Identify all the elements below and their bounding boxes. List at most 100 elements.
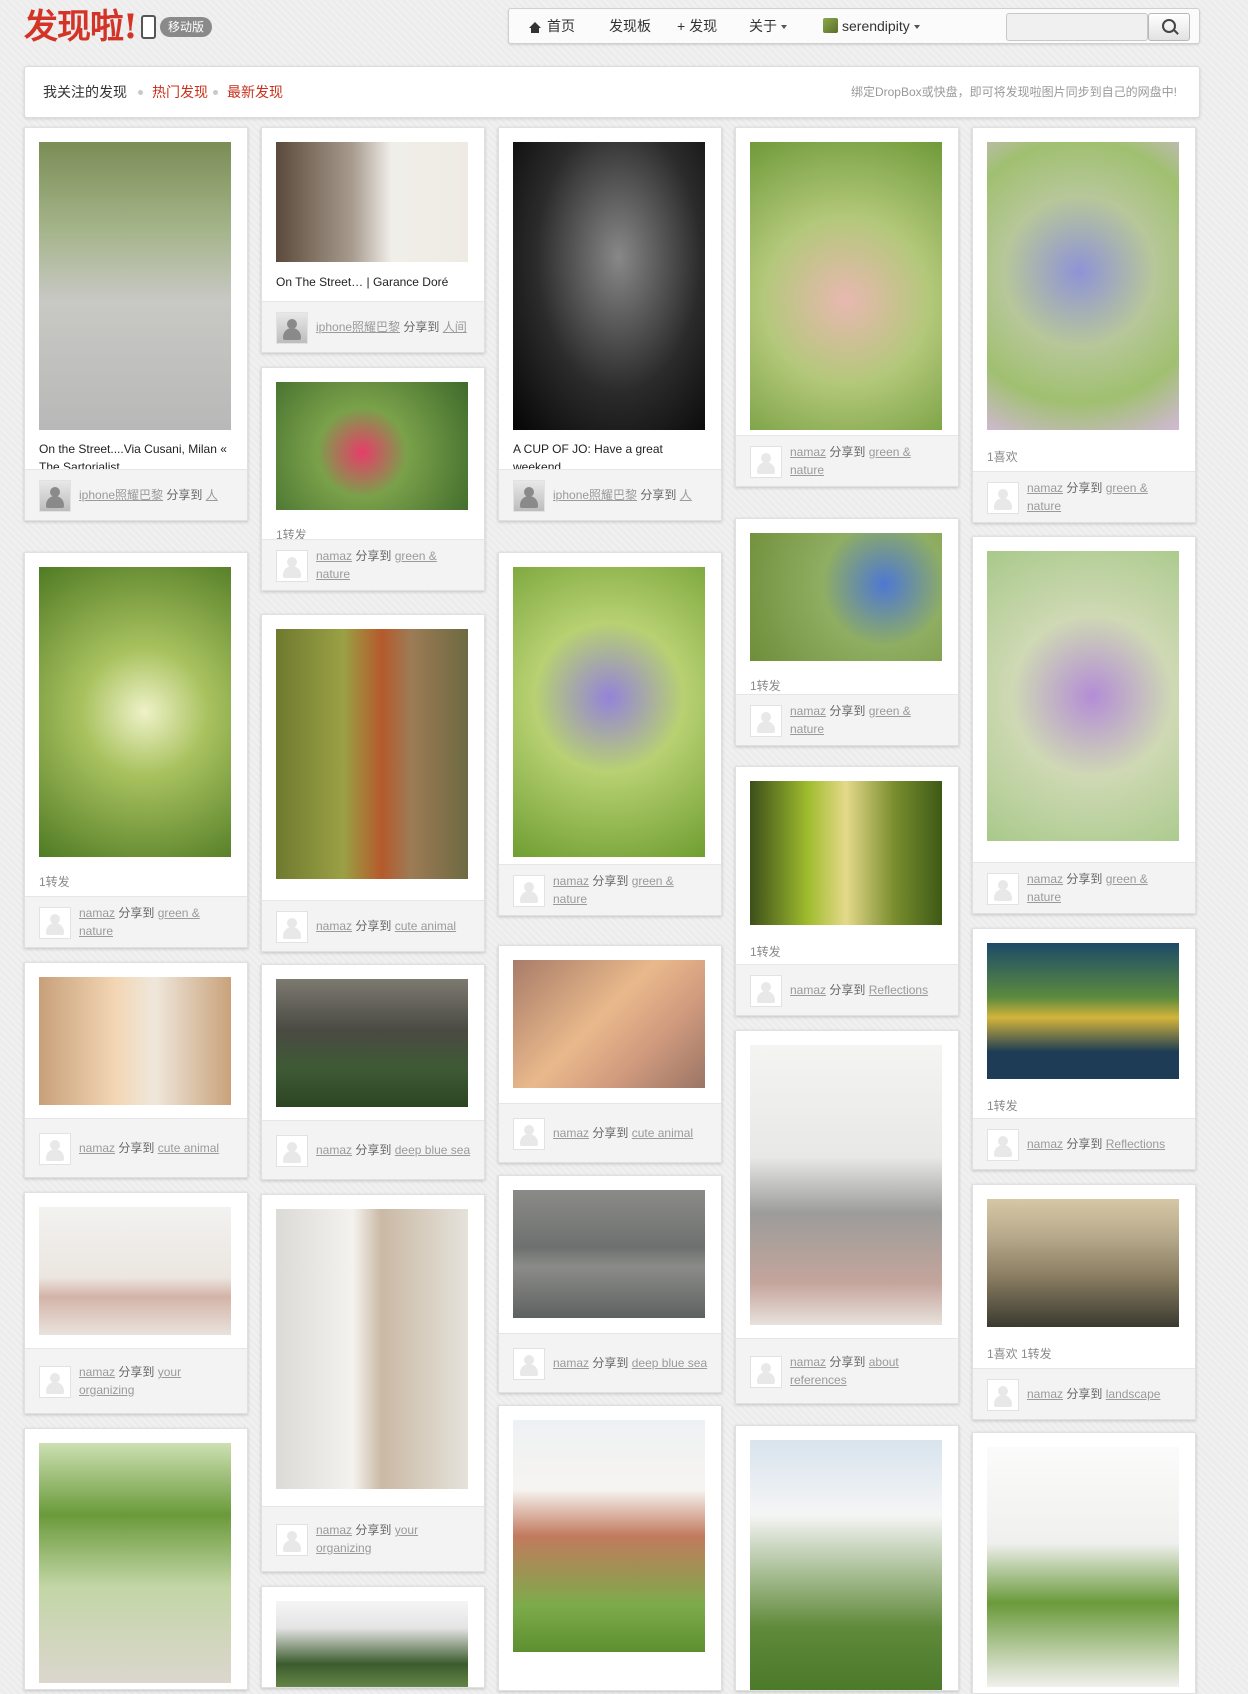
pin-card[interactable] xyxy=(498,1405,722,1691)
pin-card[interactable]: namaz 分享到 deep blue sea xyxy=(498,1175,722,1393)
pin-card[interactable] xyxy=(735,1425,959,1691)
pin-image[interactable] xyxy=(513,567,705,857)
pin-board-link[interactable]: cute animal xyxy=(632,1126,693,1140)
pin-card[interactable]: 1转发 namaz 分享到 Reflections xyxy=(972,928,1196,1170)
pin-board-link[interactable]: 人 xyxy=(680,488,692,502)
user-avatar[interactable] xyxy=(39,907,71,939)
pin-board-link[interactable]: cute animal xyxy=(395,919,456,933)
pin-image[interactable] xyxy=(750,142,942,430)
pin-image[interactable] xyxy=(987,142,1179,430)
pin-image[interactable] xyxy=(750,781,942,925)
pin-card[interactable]: namaz 分享到 cute animal xyxy=(261,614,485,952)
tab-latest[interactable]: 最新发现 xyxy=(227,67,283,117)
user-avatar[interactable] xyxy=(513,480,545,512)
pin-card[interactable]: namaz 分享到 your organizing xyxy=(24,1192,248,1414)
pin-card[interactable]: 1喜欢 namaz 分享到 green & nature xyxy=(972,127,1196,523)
pin-user-link[interactable]: namaz xyxy=(553,1356,589,1370)
user-avatar[interactable] xyxy=(39,480,71,512)
pin-card[interactable]: namaz 分享到 cute animal xyxy=(24,962,248,1178)
pin-image[interactable] xyxy=(987,1447,1179,1687)
pin-board-link[interactable]: cute animal xyxy=(158,1141,219,1155)
pin-user-link[interactable]: namaz xyxy=(1027,1387,1063,1401)
tab-popular[interactable]: 热门发现 xyxy=(152,67,208,117)
pin-image[interactable] xyxy=(276,382,468,510)
pin-user-link[interactable]: namaz xyxy=(553,874,589,888)
pin-image[interactable] xyxy=(513,1190,705,1318)
pin-image[interactable] xyxy=(750,1045,942,1325)
pin-user-link[interactable]: namaz xyxy=(79,1365,115,1379)
pin-user-link[interactable]: namaz xyxy=(790,1355,826,1369)
pin-image[interactable] xyxy=(987,1199,1179,1327)
pin-image[interactable] xyxy=(276,629,468,879)
pin-user-link[interactable]: iphone照耀巴黎 xyxy=(79,488,163,502)
pin-image[interactable] xyxy=(750,1440,942,1690)
pin-image[interactable] xyxy=(513,960,705,1088)
pin-card[interactable]: On the Street....Via Cusani, Milan « The… xyxy=(24,127,248,521)
pin-card[interactable]: namaz 分享到 deep blue sea xyxy=(261,964,485,1180)
pin-user-link[interactable]: namaz xyxy=(1027,872,1063,886)
pin-image[interactable] xyxy=(513,142,705,430)
pin-card[interactable] xyxy=(972,1432,1196,1694)
pin-image[interactable] xyxy=(39,977,231,1105)
user-avatar[interactable] xyxy=(987,873,1019,905)
user-avatar[interactable] xyxy=(276,1135,308,1167)
pin-user-link[interactable]: namaz xyxy=(1027,1137,1063,1151)
user-avatar[interactable] xyxy=(276,1524,308,1556)
tab-following[interactable]: 我关注的发现 xyxy=(43,67,127,117)
pin-card[interactable] xyxy=(261,1586,485,1688)
user-avatar[interactable] xyxy=(750,446,782,478)
pin-user-link[interactable]: namaz xyxy=(553,1126,589,1140)
pin-user-link[interactable]: namaz xyxy=(79,906,115,920)
pin-user-link[interactable]: namaz xyxy=(790,704,826,718)
pin-card[interactable] xyxy=(24,1428,248,1690)
user-avatar[interactable] xyxy=(276,550,308,582)
pin-image[interactable] xyxy=(276,142,468,262)
pin-board-link[interactable]: deep blue sea xyxy=(632,1356,707,1370)
user-avatar[interactable] xyxy=(987,482,1019,514)
pin-image[interactable] xyxy=(39,1443,231,1683)
search-input[interactable] xyxy=(1006,13,1148,41)
pin-board-link[interactable]: 人 xyxy=(206,488,218,502)
pin-user-link[interactable]: namaz xyxy=(790,983,826,997)
pin-card[interactable]: namaz 分享到 your organizing xyxy=(261,1194,485,1572)
user-avatar[interactable] xyxy=(750,975,782,1007)
pin-card[interactable]: namaz 分享到 green & nature xyxy=(972,536,1196,914)
site-logo[interactable]: 发现啦! 移动版 xyxy=(24,6,212,48)
pin-card[interactable]: namaz 分享到 green & nature xyxy=(498,552,722,916)
pin-image[interactable] xyxy=(39,1207,231,1335)
pin-image[interactable] xyxy=(750,533,942,661)
pin-card[interactable]: namaz 分享到 green & nature xyxy=(735,127,959,487)
sync-notice[interactable]: 绑定DropBox或快盘，即可将发现啦图片同步到自己的网盘中! xyxy=(851,67,1177,117)
pin-image[interactable] xyxy=(276,979,468,1107)
pin-user-link[interactable]: namaz xyxy=(790,445,826,459)
user-avatar[interactable] xyxy=(513,1348,545,1380)
pin-image[interactable] xyxy=(987,943,1179,1079)
pin-board-link[interactable]: landscape xyxy=(1106,1387,1161,1401)
user-avatar[interactable] xyxy=(513,1118,545,1150)
pin-board-link[interactable]: 人间 xyxy=(443,320,467,334)
mobile-version-link[interactable]: 移动版 xyxy=(159,17,212,37)
pin-user-link[interactable]: namaz xyxy=(79,1141,115,1155)
pin-image[interactable] xyxy=(39,142,231,430)
pin-board-link[interactable]: Reflections xyxy=(1106,1137,1165,1151)
user-avatar[interactable] xyxy=(750,1356,782,1388)
pin-user-link[interactable]: iphone照耀巴黎 xyxy=(316,320,400,334)
pin-board-link[interactable]: Reflections xyxy=(869,983,928,997)
nav-home[interactable]: 首页 xyxy=(529,9,575,43)
user-avatar[interactable] xyxy=(513,875,545,907)
pin-user-link[interactable]: namaz xyxy=(316,1523,352,1537)
pin-user-link[interactable]: namaz xyxy=(316,1143,352,1157)
nav-boards[interactable]: 发现板 xyxy=(609,9,651,43)
nav-user-menu[interactable]: serendipity xyxy=(823,9,920,43)
pin-card[interactable]: On The Street… | Garance Doré iphone照耀巴黎… xyxy=(261,127,485,353)
user-avatar[interactable] xyxy=(276,911,308,943)
user-avatar[interactable] xyxy=(987,1379,1019,1411)
user-avatar[interactable] xyxy=(750,705,782,737)
pin-image[interactable] xyxy=(39,567,231,857)
user-avatar[interactable] xyxy=(39,1133,71,1165)
pin-user-link[interactable]: namaz xyxy=(1027,481,1063,495)
pin-user-link[interactable]: iphone照耀巴黎 xyxy=(553,488,637,502)
user-avatar[interactable] xyxy=(39,1366,71,1398)
pin-card[interactable]: namaz 分享到 about references xyxy=(735,1030,959,1404)
pin-card[interactable]: 1转发 namaz 分享到 Reflections xyxy=(735,766,959,1016)
